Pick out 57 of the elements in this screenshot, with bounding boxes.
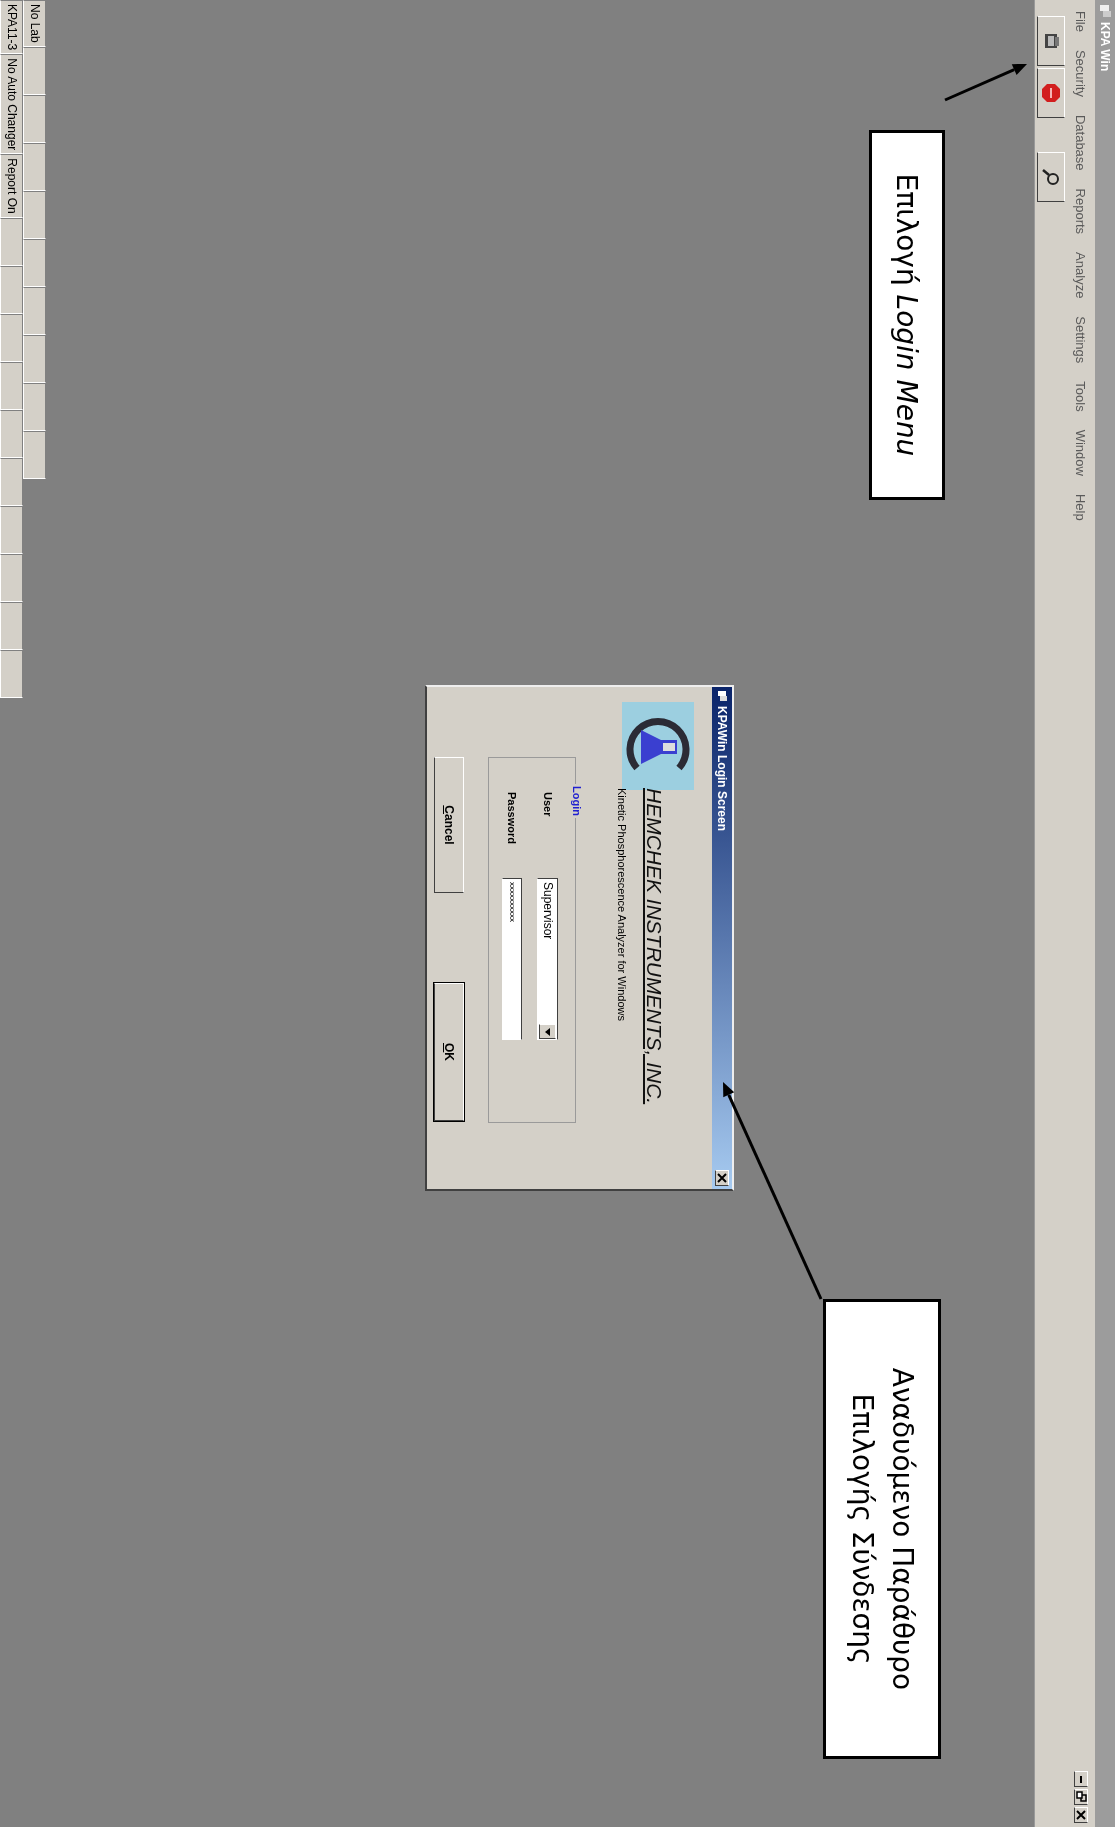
toolbar-button[interactable] [1037, 16, 1065, 66]
menu-item[interactable]: Window [1073, 420, 1089, 485]
status-panel [23, 190, 46, 239]
minimize-button[interactable] [1074, 1771, 1088, 1787]
menu-item[interactable]: File [1073, 2, 1089, 41]
field-label: Password [506, 792, 518, 846]
restore-icon [1075, 1791, 1087, 1803]
menu-item[interactable]: Database [1073, 105, 1089, 180]
status-panel: KPA11-3 [0, 0, 23, 55]
status-panel: No Lab [23, 0, 46, 47]
status-panel [0, 409, 23, 458]
dialog-button[interactable]: Cancel [434, 757, 464, 893]
password-field[interactable]: xxxxxxxxxx [502, 878, 522, 1040]
status-panel [23, 382, 46, 431]
dropdown-button[interactable] [539, 1024, 557, 1039]
status-panel [0, 361, 23, 410]
close-button[interactable] [715, 1170, 729, 1186]
status-panel [23, 334, 46, 383]
status-panel [23, 238, 46, 287]
company-name: HEMCHEK INSTRUMENTS, INC. [642, 788, 666, 1105]
field-label: User [542, 792, 554, 819]
dropdown-value: Supervisor [541, 881, 555, 940]
minimize-icon [1080, 1775, 1082, 1783]
user-dropdown[interactable]: Supervisor [537, 878, 559, 1040]
stop-sign-icon [1041, 83, 1061, 103]
subtitle-text: Kinetic Phosphorescence Analyzer for Windows [616, 788, 628, 1023]
magnifier-icon [1041, 167, 1061, 187]
status-panel [23, 94, 46, 143]
restore-button[interactable] [1074, 1789, 1088, 1805]
menu-item[interactable]: Reports [1073, 179, 1089, 244]
close-icon [1075, 1809, 1087, 1821]
toolbar-button[interactable] [1037, 152, 1065, 202]
dialog-title: KPAWin Login Screen [715, 706, 729, 833]
caret-icon [545, 1027, 551, 1036]
callout-label: Επιλογή Login Menu [869, 130, 945, 500]
menu-item[interactable]: Analyze [1073, 243, 1089, 308]
status-panel [23, 46, 46, 95]
status-panel [0, 265, 23, 314]
menu-item[interactable]: Tools [1073, 372, 1089, 421]
close-button[interactable] [1074, 1807, 1088, 1823]
menu-item[interactable]: Help [1073, 484, 1089, 530]
app-icon [716, 690, 728, 702]
menu-item[interactable]: Settings [1073, 307, 1089, 373]
status-panel [23, 286, 46, 335]
dialog-button[interactable]: OK [434, 983, 464, 1121]
group-label: Login [571, 784, 583, 818]
status-panel [23, 142, 46, 191]
status-panel [0, 217, 23, 266]
callout-label: Αναδυόμενο Παράθυρο Επιλογής Σύνδεσης [823, 1299, 941, 1759]
window-title: KPA Win [1098, 22, 1112, 72]
status-panel [0, 313, 23, 362]
status-panel: Report On [0, 154, 23, 218]
app-icon [1098, 4, 1112, 18]
menu-item[interactable]: Security [1073, 40, 1089, 106]
status-panel: No Auto Changer [0, 54, 23, 155]
toolbar-button[interactable] [1037, 68, 1065, 118]
close-icon [717, 1173, 727, 1183]
